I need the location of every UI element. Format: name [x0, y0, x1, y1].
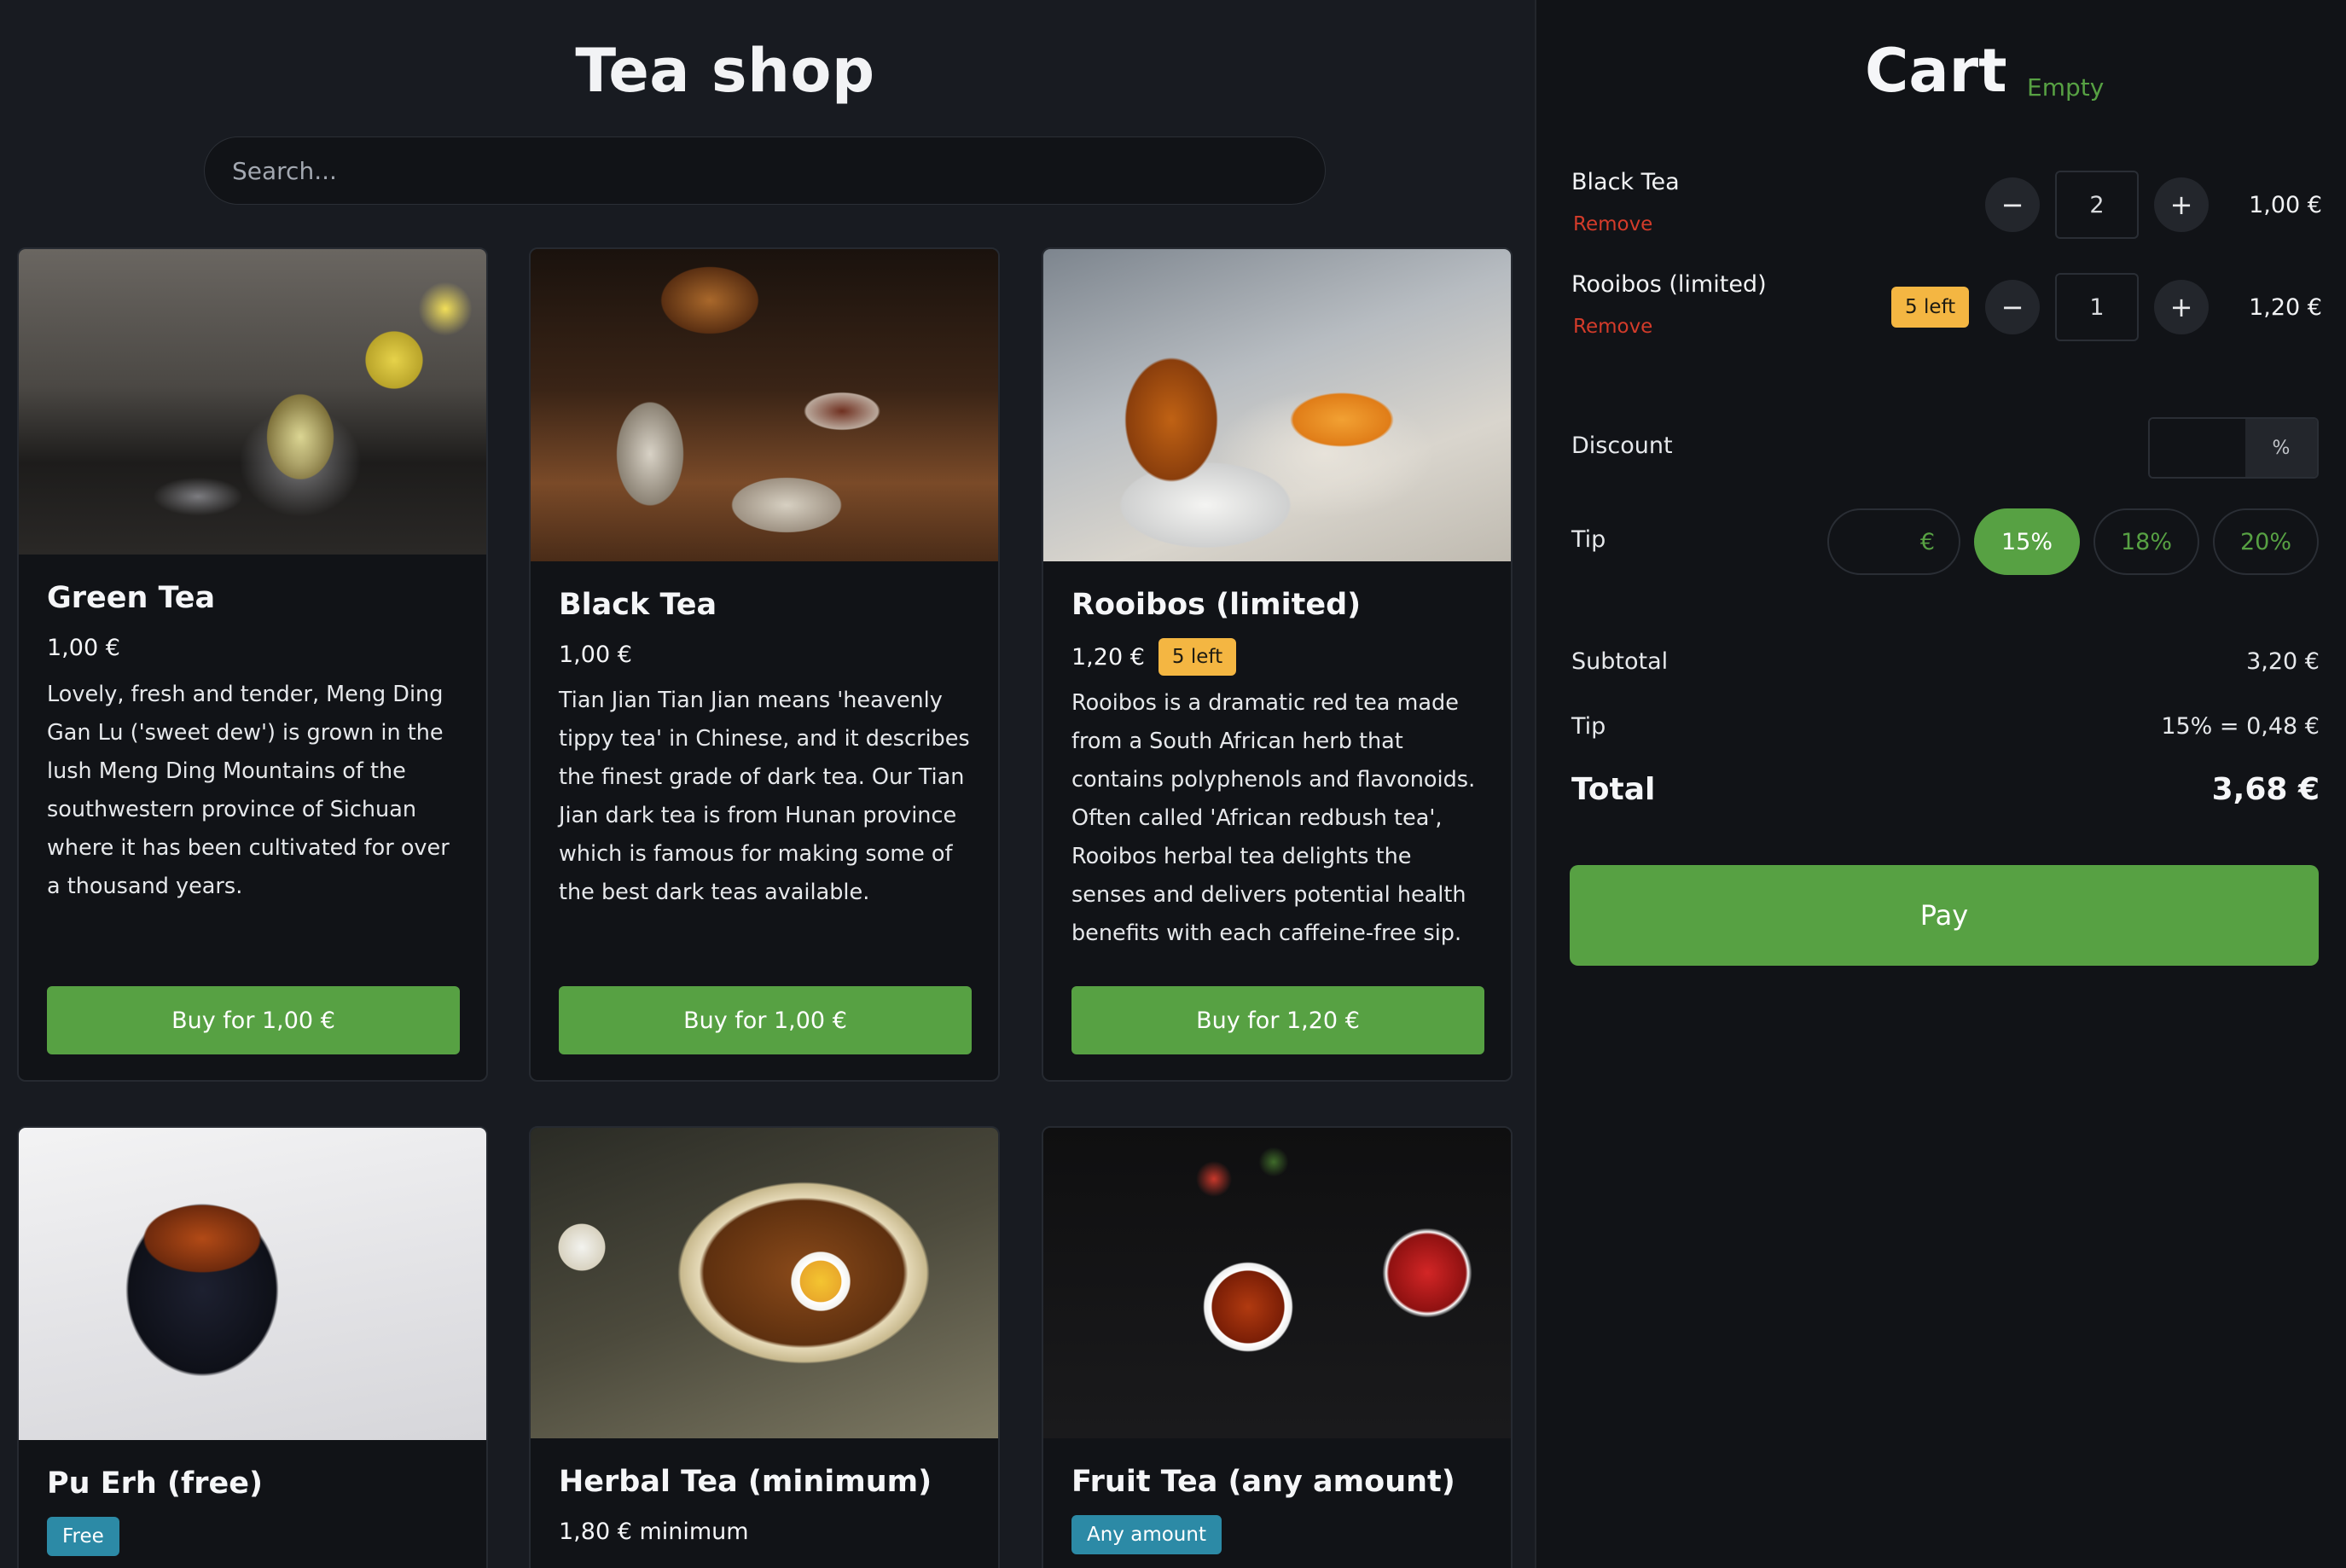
shop-panel: Tea shop Green Tea 1,00 € Lovely, fresh …	[0, 0, 1535, 1568]
tip-label: Tip	[1571, 526, 1606, 553]
product-price: 1,00 €	[47, 635, 120, 661]
tip-summary-value: 15% = 0,48 €	[2161, 713, 2320, 740]
plus-icon: +	[2169, 291, 2193, 323]
product-name: Fruit Tea (any amount)	[1071, 1465, 1455, 1499]
plus-icon: +	[2169, 189, 2193, 221]
product-description: Lovely, fresh and tender, Meng Ding Gan …	[47, 682, 450, 899]
buy-button-rooibos[interactable]: Buy for 1,20 €	[1071, 986, 1484, 1054]
cart-line-black-tea: Black Tea Remove − 2 + 1,00 €	[1571, 169, 2322, 246]
minus-icon: −	[2000, 291, 2024, 323]
product-description: Tian Jian Tian Jian means 'heavenly tipp…	[559, 688, 970, 905]
discount-input[interactable]	[2150, 419, 2245, 477]
product-image-fruit-tea	[1043, 1128, 1511, 1438]
quantity-input[interactable]: 1	[2055, 273, 2139, 341]
cart-item-price: 1,00 €	[2249, 192, 2322, 218]
cart-line-rooibos: Rooibos (limited) Remove 5 left − 1 + 1,…	[1571, 271, 2322, 348]
product-card-herbal-tea: Herbal Tea (minimum) 1,80 € minimum	[529, 1126, 1000, 1568]
cart-panel: Cart Empty Black Tea Remove − 2 + 1,00 €…	[1535, 0, 2346, 1568]
buy-button-black-tea[interactable]: Buy for 1,00 €	[559, 986, 972, 1054]
any-amount-badge: Any amount	[1071, 1515, 1222, 1554]
product-name: Herbal Tea (minimum)	[559, 1465, 932, 1499]
cart-item-name: Rooibos (limited)	[1571, 271, 1767, 298]
percent-unit: %	[2245, 419, 2317, 477]
product-price: 1,00 €	[559, 642, 632, 668]
pay-button[interactable]: Pay	[1570, 865, 2319, 966]
product-price: 1,20 €	[1071, 643, 1145, 671]
product-price: 1,80 € minimum	[559, 1519, 749, 1545]
product-name: Pu Erh (free)	[47, 1466, 263, 1501]
cart-item-price: 1,20 €	[2249, 294, 2322, 321]
increase-quantity-button[interactable]: +	[2154, 177, 2209, 232]
free-badge: Free	[47, 1517, 119, 1556]
product-card-pu-erh: Pu Erh (free) Free	[17, 1126, 488, 1568]
tip-option-20[interactable]: 20%	[2213, 508, 2319, 575]
product-price-row: 1,20 € 5 left	[1071, 638, 1237, 676]
subtotal-value: 3,20 €	[2246, 648, 2320, 675]
stock-badge: 5 left	[1891, 287, 1970, 328]
cart-item-name: Black Tea	[1571, 169, 1680, 195]
decrease-quantity-button[interactable]: −	[1985, 177, 2040, 232]
custom-tip-input[interactable]: €	[1827, 508, 1960, 575]
shop-title: Tea shop	[575, 36, 875, 106]
product-price-row: 1,00 €	[47, 635, 120, 661]
product-name: Black Tea	[559, 588, 717, 622]
buy-button-green-tea[interactable]: Buy for 1,00 €	[47, 986, 460, 1054]
product-card-rooibos: Rooibos (limited) 1,20 € 5 left Rooibos …	[1042, 247, 1513, 1082]
product-price-row: 1,80 € minimum	[559, 1519, 749, 1545]
cart-title: Cart	[1865, 36, 2007, 106]
product-image-black-tea	[531, 249, 998, 561]
discount-label: Discount	[1571, 433, 1673, 459]
tip-summary-label: Tip	[1571, 713, 1606, 740]
product-name: Green Tea	[47, 581, 216, 615]
decrease-quantity-button[interactable]: −	[1985, 280, 2040, 334]
tip-option-15[interactable]: 15%	[1974, 508, 2080, 575]
quantity-input[interactable]: 2	[2055, 171, 2139, 239]
tip-option-18[interactable]: 18%	[2093, 508, 2199, 575]
total-label: Total	[1571, 772, 1656, 807]
minus-icon: −	[2000, 189, 2024, 221]
subtotal-label: Subtotal	[1571, 648, 1669, 675]
empty-cart-link[interactable]: Empty	[2027, 73, 2104, 102]
remove-button[interactable]: Remove	[1573, 316, 1652, 338]
product-card-black-tea: Black Tea 1,00 € Tian Jian Tian Jian mea…	[529, 247, 1000, 1082]
discount-field: %	[2148, 417, 2319, 479]
product-image-rooibos	[1043, 249, 1511, 561]
total-value: 3,68 €	[2211, 772, 2320, 807]
euro-unit: €	[1919, 528, 1935, 555]
product-card-green-tea: Green Tea 1,00 € Lovely, fresh and tende…	[17, 247, 488, 1082]
product-price-row: 1,00 €	[559, 642, 632, 668]
remove-button[interactable]: Remove	[1573, 213, 1652, 235]
app-root: Tea shop Green Tea 1,00 € Lovely, fresh …	[0, 0, 2346, 1568]
product-description: Rooibos is a dramatic red tea made from …	[1071, 690, 1476, 946]
product-image-pu-erh	[19, 1128, 486, 1440]
product-name: Rooibos (limited)	[1071, 588, 1362, 622]
stock-badge: 5 left	[1158, 638, 1237, 676]
increase-quantity-button[interactable]: +	[2154, 280, 2209, 334]
product-image-herbal-tea	[531, 1128, 998, 1438]
product-card-fruit-tea: Fruit Tea (any amount) Any amount	[1042, 1126, 1513, 1568]
search-input[interactable]	[204, 136, 1326, 205]
product-image-green-tea	[19, 249, 486, 555]
